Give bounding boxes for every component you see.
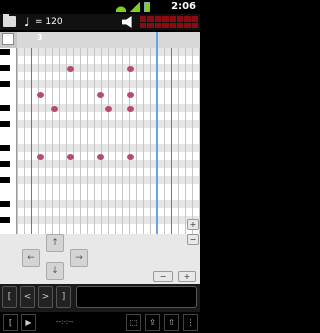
grid-line	[143, 48, 144, 240]
wifi-icon	[116, 2, 126, 12]
grid-line	[94, 48, 95, 240]
grid-line	[66, 48, 67, 240]
scroll-down-button[interactable]: ↓	[46, 262, 64, 280]
grid-line	[185, 48, 186, 240]
selection-icon[interactable]: ⬚	[126, 314, 141, 331]
piano-roll[interactable]	[0, 48, 200, 240]
battery-icon	[144, 2, 150, 12]
quarter-note-icon: ♩	[24, 15, 30, 29]
note[interactable]	[127, 154, 134, 160]
black-key[interactable]	[0, 49, 10, 55]
note[interactable]	[37, 92, 44, 98]
menu-icon[interactable]: ⋮	[183, 314, 198, 331]
tempo-label[interactable]: = 120	[35, 17, 63, 27]
export-icon[interactable]: ⇪	[145, 314, 160, 331]
loop-start-button[interactable]: [	[2, 286, 17, 308]
black-key[interactable]	[0, 217, 10, 223]
grid-line	[178, 48, 179, 240]
grid-line	[150, 48, 151, 240]
scroll-up-button[interactable]: ↑	[46, 234, 64, 252]
level-meter	[140, 16, 198, 28]
note-grid[interactable]	[17, 48, 200, 240]
play-button[interactable]: ▶	[21, 314, 36, 331]
note[interactable]	[127, 66, 134, 72]
grid-line	[45, 48, 46, 240]
black-key[interactable]	[0, 105, 10, 111]
grid-line	[199, 48, 200, 240]
scroll-right-button[interactable]: →	[70, 249, 88, 267]
grid-line	[24, 48, 25, 240]
scrub-field[interactable]	[76, 286, 197, 308]
toolbar: ♩ = 120	[0, 14, 200, 30]
navigation-pad: ↑ ← → ↓ + − − +	[0, 219, 200, 284]
folder-icon[interactable]	[3, 14, 16, 27]
black-key[interactable]	[0, 121, 10, 127]
horizontal-zoom-in-button[interactable]: +	[178, 271, 196, 282]
marker-button[interactable]: [	[3, 314, 18, 331]
piano-keyboard[interactable]	[0, 48, 17, 240]
select-all-button[interactable]	[2, 33, 14, 45]
timeline-ruler[interactable]: 3	[17, 32, 200, 48]
grid-line	[171, 48, 172, 240]
grid-line	[108, 48, 109, 240]
black-key[interactable]	[0, 177, 10, 183]
horizontal-zoom-out-button[interactable]: −	[153, 271, 173, 282]
status-clock: 2:06	[171, 1, 196, 12]
black-key[interactable]	[0, 81, 10, 87]
grid-line	[115, 48, 116, 240]
status-bar: 2:06	[0, 0, 200, 14]
grid-line	[122, 48, 123, 240]
transport-bar: [ < > ]	[0, 284, 200, 312]
grid-line	[129, 48, 130, 240]
grid-line	[17, 48, 18, 240]
grid-line	[80, 48, 81, 240]
measure-label: 3	[37, 33, 43, 42]
black-key[interactable]	[0, 201, 10, 207]
note[interactable]	[97, 154, 104, 160]
note[interactable]	[37, 154, 44, 160]
vertical-zoom-in-button[interactable]: +	[187, 219, 199, 230]
note[interactable]	[97, 92, 104, 98]
grid-line	[31, 48, 32, 240]
share-icon[interactable]: ⇧	[164, 314, 179, 331]
grid-line	[38, 48, 39, 240]
note[interactable]	[105, 106, 112, 112]
note[interactable]	[127, 92, 134, 98]
black-key[interactable]	[0, 161, 10, 167]
loop-end-button[interactable]: ]	[56, 286, 71, 308]
note[interactable]	[67, 154, 74, 160]
signal-icon	[130, 2, 140, 12]
black-key[interactable]	[0, 145, 10, 151]
note[interactable]	[51, 106, 58, 112]
scroll-left-button[interactable]: ←	[22, 249, 40, 267]
grid-line	[59, 48, 60, 240]
speaker-icon[interactable]	[122, 16, 132, 28]
grid-line	[52, 48, 53, 240]
time-display: --:-:--	[56, 318, 74, 326]
grid-line	[136, 48, 137, 240]
grid-line	[101, 48, 102, 240]
vertical-zoom-out-button[interactable]: −	[187, 234, 199, 245]
footer-bar: [ ▶ --:-:-- ⬚ ⇪ ⇧ ⋮	[0, 312, 200, 333]
grid-line	[87, 48, 88, 240]
black-key[interactable]	[0, 65, 10, 71]
note[interactable]	[67, 66, 74, 72]
previous-button[interactable]: <	[20, 286, 35, 308]
grid-line	[73, 48, 74, 240]
grid-line	[164, 48, 165, 240]
ruler-row: 3	[0, 32, 200, 48]
grid-line	[192, 48, 193, 240]
next-button[interactable]: >	[38, 286, 53, 308]
note[interactable]	[127, 106, 134, 112]
